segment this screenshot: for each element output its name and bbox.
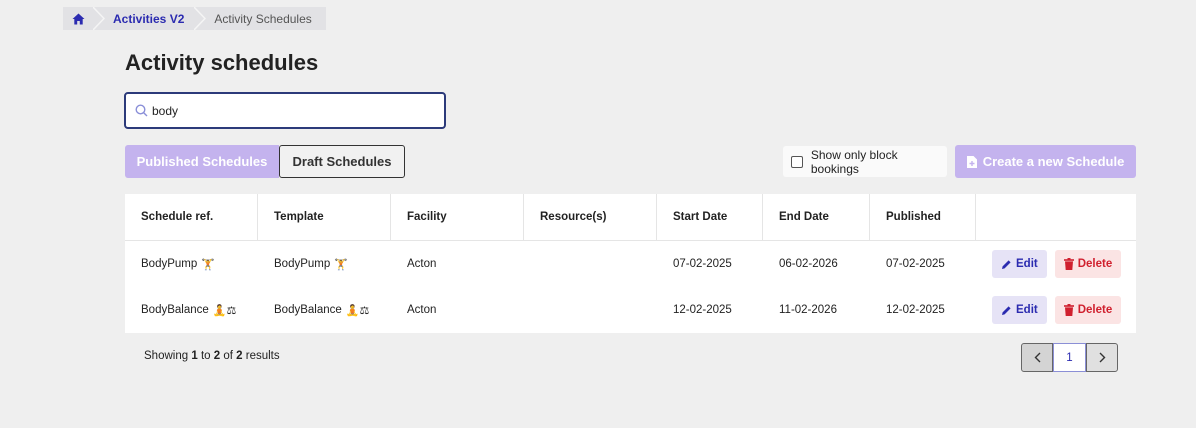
start-date: 12-02-2025 xyxy=(673,304,732,316)
edit-label: Edit xyxy=(1016,258,1038,270)
schedule-ref: BodyPump xyxy=(141,258,198,270)
results-from: 1 xyxy=(191,350,198,362)
column-header[interactable]: Template xyxy=(258,193,391,241)
breadcrumb-separator xyxy=(194,7,207,30)
table-row: BodyBalance 🧘⚖ BodyBalance 🧘⚖ Acton 12-02-… xyxy=(125,287,1136,333)
trash-icon xyxy=(1063,304,1074,316)
schedule-ref-cell: BodyPump 🏋 xyxy=(125,258,258,271)
edit-label: Edit xyxy=(1016,304,1038,316)
pencil-icon xyxy=(1002,305,1011,315)
page-number-button[interactable]: 1 xyxy=(1053,343,1086,372)
table-row: BodyPump 🏋 BodyPump 🏋 Acton 07-02-2025 06-… xyxy=(125,241,1136,287)
weightlifting-icon: 🏋 xyxy=(201,258,215,271)
block-bookings-checkbox[interactable] xyxy=(791,155,803,168)
block-bookings-label: Show only block bookings xyxy=(810,147,898,176)
chevron-left-icon xyxy=(1034,352,1040,363)
column-header[interactable]: Facility xyxy=(391,193,524,241)
column-header-actions xyxy=(976,194,1136,241)
template: BodyBalance xyxy=(274,304,342,316)
row-actions: Edit Delete xyxy=(976,250,1136,278)
edit-button[interactable]: Edit xyxy=(992,250,1047,278)
delete-button[interactable]: Delete xyxy=(1054,250,1122,278)
trash-icon xyxy=(1063,258,1074,270)
block-bookings-toggle[interactable]: Show only block bookings xyxy=(783,146,947,177)
published-date: 07-02-2025 xyxy=(886,258,945,270)
file-plus-icon xyxy=(966,155,977,168)
pagination: 1 xyxy=(1021,343,1118,372)
table-header: Schedule ref. Template Facility Resource… xyxy=(125,193,1136,241)
page-title: Activity schedules xyxy=(125,50,319,75)
end-date: 11-02-2026 xyxy=(779,304,837,316)
template-cell: BodyPump 🏋 xyxy=(258,258,391,271)
schedule-ref-cell: BodyBalance 🧘⚖ xyxy=(125,304,258,317)
results-to: 2 xyxy=(213,350,221,362)
start-date: 07-02-2025 xyxy=(673,258,732,270)
search-icon xyxy=(135,104,148,117)
schedule-tabs: Published Schedules Draft Schedules xyxy=(125,145,405,178)
column-header[interactable]: End Date xyxy=(763,193,870,241)
home-icon xyxy=(72,13,84,24)
column-header[interactable]: Resource(s) xyxy=(524,193,657,241)
published-date: 12-02-2025 xyxy=(886,304,945,316)
breadcrumb-separator xyxy=(93,7,105,30)
search-box[interactable] xyxy=(124,92,446,129)
delete-label: Delete xyxy=(1077,304,1113,316)
schedules-table: Schedule ref. Template Facility Resource… xyxy=(125,193,1136,333)
column-header[interactable]: Published xyxy=(870,193,976,241)
row-actions: Edit Delete xyxy=(976,296,1136,324)
search-input[interactable] xyxy=(152,103,422,118)
results-summary: Showing 1 to 2 of 2 results xyxy=(144,350,280,362)
pencil-icon xyxy=(1002,259,1011,269)
column-header[interactable]: Schedule ref. xyxy=(125,193,258,241)
end-date: 06-02-2026 xyxy=(779,258,838,270)
results-prefix: Showing xyxy=(144,350,189,362)
breadcrumb-home[interactable] xyxy=(63,7,93,30)
template: BodyPump xyxy=(274,258,331,270)
delete-button[interactable]: Delete xyxy=(1054,296,1122,324)
results-to-word: to xyxy=(200,350,211,362)
chevron-right-icon xyxy=(1099,352,1105,363)
edit-button[interactable]: Edit xyxy=(992,296,1047,324)
facility: Acton xyxy=(407,304,437,316)
balance-icon: 🧘⚖ xyxy=(212,304,237,317)
delete-label: Delete xyxy=(1077,258,1113,270)
create-schedule-label: Create a new Schedule xyxy=(982,154,1125,169)
template-cell: BodyBalance 🧘⚖ xyxy=(258,304,391,317)
results-of-word: of xyxy=(223,350,233,362)
weightlifting-icon: 🏋 xyxy=(334,258,348,271)
facility: Acton xyxy=(407,258,437,270)
next-page-button[interactable] xyxy=(1086,343,1118,372)
results-total: 2 xyxy=(236,350,243,362)
breadcrumb-current: Activity Schedules xyxy=(214,11,312,26)
results-suffix: results xyxy=(245,350,280,362)
breadcrumb: Activities V2 Activity Schedules xyxy=(63,7,326,30)
balance-icon: 🧘⚖ xyxy=(345,304,370,317)
schedule-ref: BodyBalance xyxy=(141,304,209,316)
previous-page-button[interactable] xyxy=(1021,343,1053,372)
tab-published-schedules[interactable]: Published Schedules xyxy=(125,145,279,178)
tab-draft-schedules[interactable]: Draft Schedules xyxy=(279,145,405,178)
create-schedule-button[interactable]: Create a new Schedule xyxy=(955,145,1136,178)
column-header[interactable]: Start Date xyxy=(657,193,763,241)
breadcrumb-activities-v2[interactable]: Activities V2 xyxy=(105,7,194,30)
